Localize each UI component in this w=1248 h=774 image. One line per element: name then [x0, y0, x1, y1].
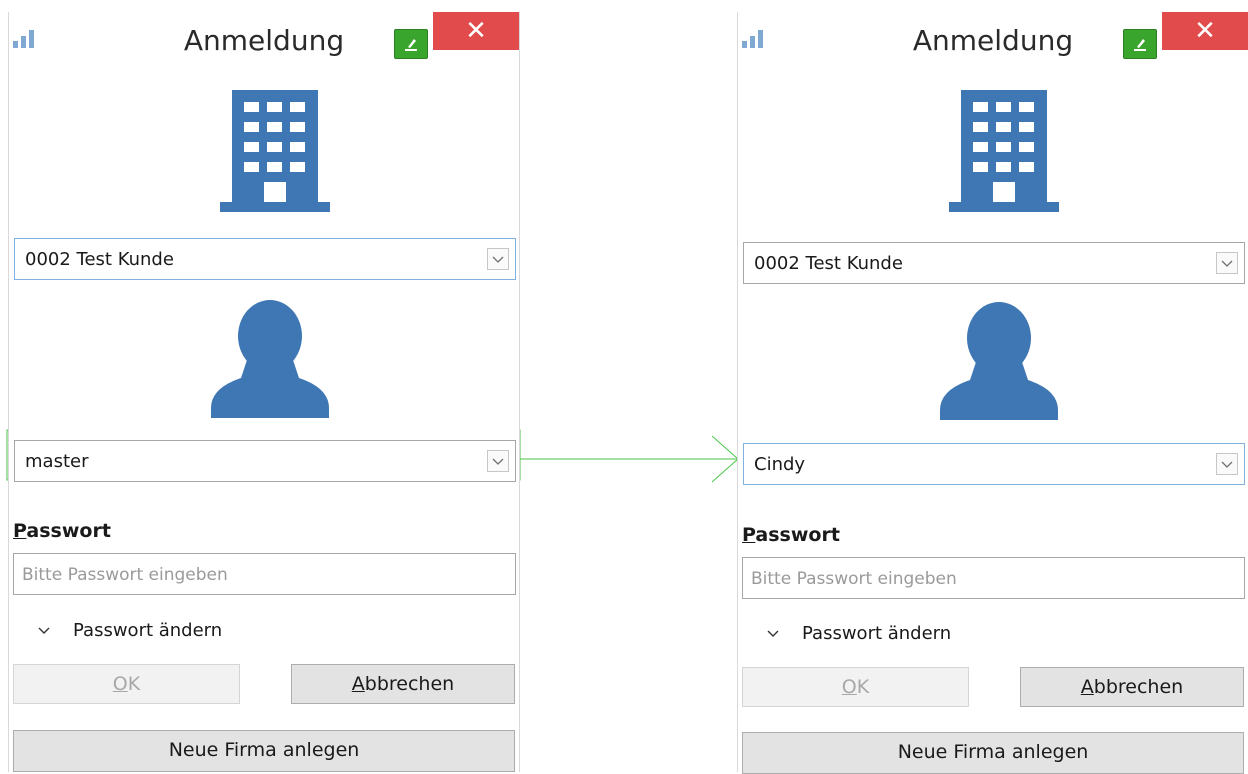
building-icon	[220, 90, 330, 212]
cancel-button[interactable]: Abbrechen	[1020, 667, 1244, 707]
user-icon	[940, 302, 1058, 420]
chevron-down-icon	[38, 627, 50, 634]
password-field[interactable]: Bitte Passwort eingeben	[13, 553, 516, 595]
sign-icon[interactable]	[394, 29, 428, 59]
company-value: 0002 Test Kunde	[25, 249, 174, 270]
sign-icon[interactable]	[1123, 29, 1157, 59]
password-label: Passwort	[742, 524, 840, 546]
password-field[interactable]: Bitte Passwort eingeben	[742, 557, 1245, 599]
change-password-expander[interactable]: Passwort ändern	[764, 623, 951, 644]
chevron-down-icon[interactable]	[487, 450, 509, 472]
company-select[interactable]: 0002 Test Kunde	[14, 238, 516, 280]
login-dialog-before: Anmeldung ✕ 0002 Test Kunde master Passw…	[8, 12, 520, 772]
company-select[interactable]: 0002 Test Kunde	[743, 242, 1245, 284]
building-icon	[949, 90, 1059, 212]
close-button[interactable]: ✕	[433, 12, 519, 50]
user-value: Cindy	[754, 454, 806, 475]
user-value: master	[25, 451, 89, 472]
user-select[interactable]: Cindy	[743, 443, 1245, 485]
chevron-down-icon	[767, 630, 779, 637]
chevron-down-icon[interactable]	[487, 248, 509, 270]
user-icon	[211, 300, 329, 418]
password-placeholder: Bitte Passwort eingeben	[22, 565, 228, 585]
new-company-button[interactable]: Neue Firma anlegen	[742, 732, 1244, 774]
ok-button[interactable]: OK	[13, 664, 240, 704]
password-placeholder: Bitte Passwort eingeben	[751, 569, 957, 589]
company-value: 0002 Test Kunde	[754, 253, 903, 274]
cancel-button[interactable]: Abbrechen	[291, 664, 515, 704]
change-password-expander[interactable]: Passwort ändern	[35, 620, 222, 641]
change-password-label: Passwort ändern	[73, 620, 223, 641]
title-bar: Anmeldung ✕	[738, 12, 1248, 72]
title-bar: Anmeldung ✕	[9, 12, 519, 72]
new-company-button[interactable]: Neue Firma anlegen	[13, 730, 515, 772]
chevron-down-icon[interactable]	[1216, 453, 1238, 475]
close-button[interactable]: ✕	[1162, 12, 1248, 50]
change-password-label: Passwort ändern	[802, 623, 952, 644]
login-dialog-after: Anmeldung ✕ 0002 Test Kunde Cindy Passwo…	[737, 12, 1248, 774]
password-label: Passwort	[13, 520, 111, 542]
user-select[interactable]: master	[14, 440, 516, 482]
ok-button[interactable]: OK	[742, 667, 969, 707]
chevron-down-icon[interactable]	[1216, 252, 1238, 274]
